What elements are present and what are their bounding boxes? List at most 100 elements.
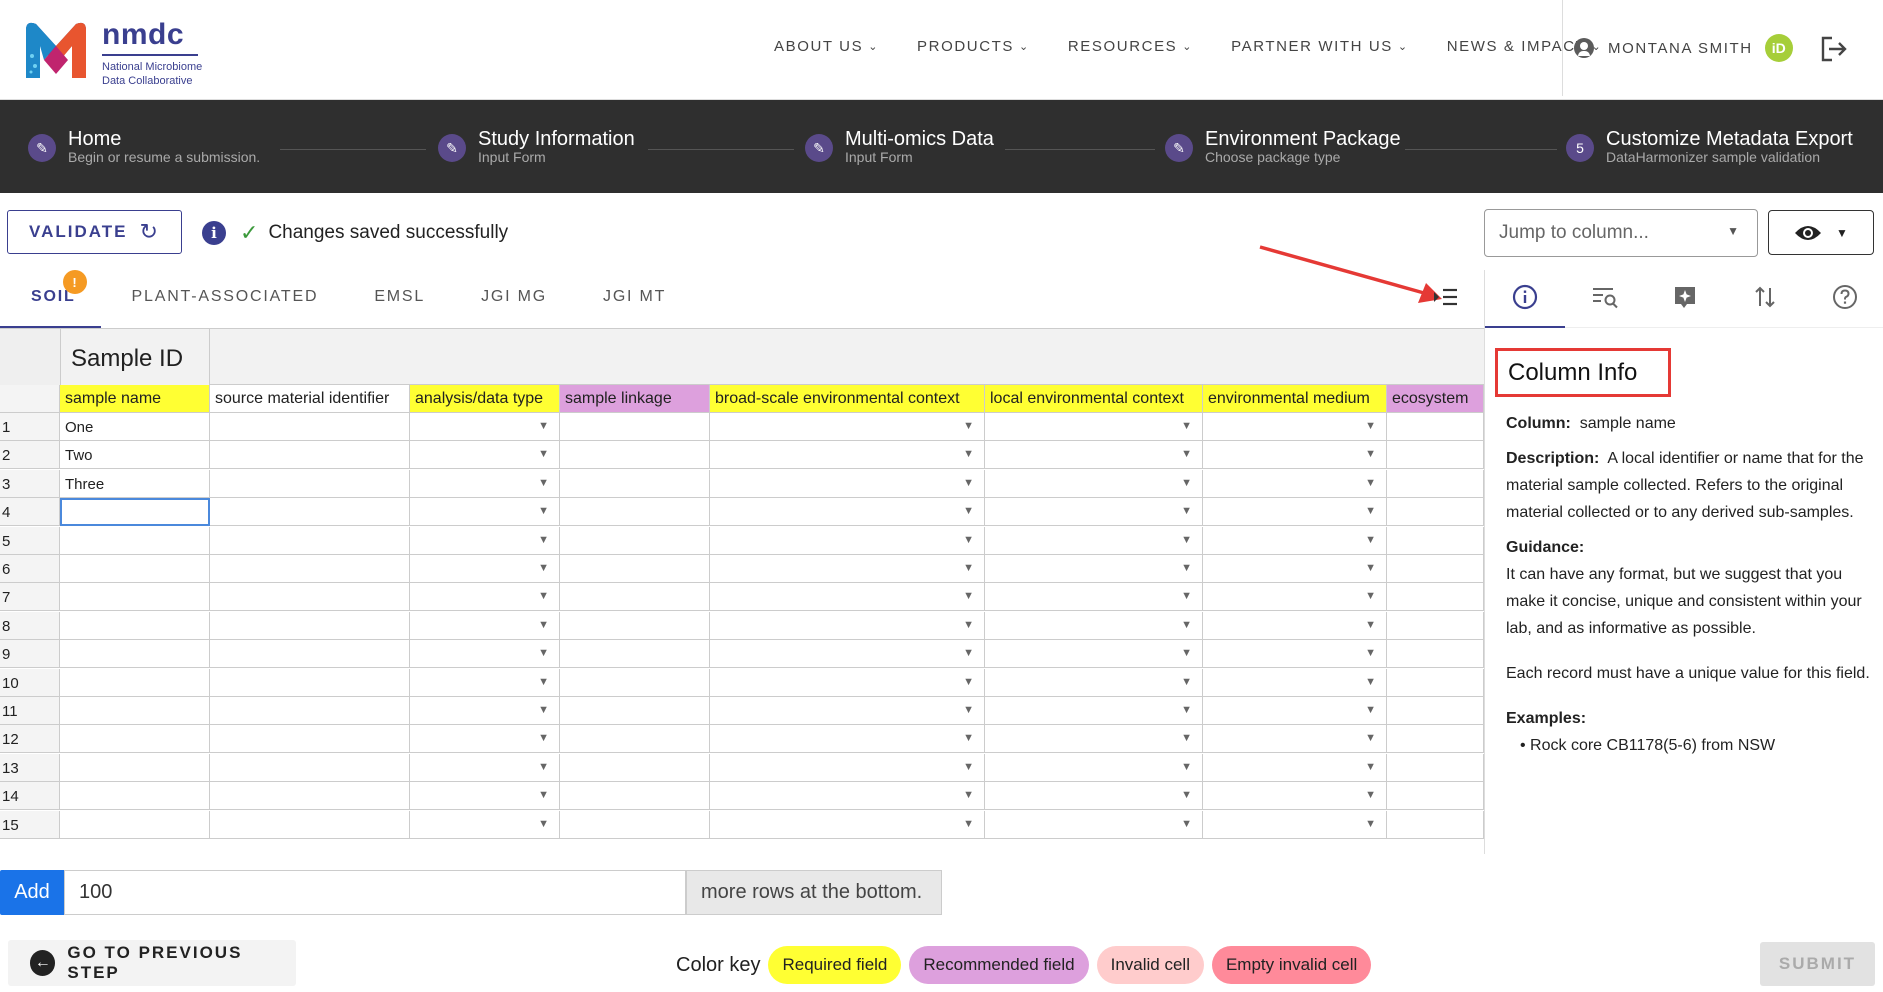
column-header-ecosystem[interactable]: ecosystem xyxy=(1387,385,1484,413)
dropdown-arrow-icon[interactable]: ▼ xyxy=(538,477,549,489)
row-number[interactable]: 11 xyxy=(0,697,60,725)
dropdown-arrow-icon[interactable]: ▼ xyxy=(538,676,549,688)
grid-cell[interactable] xyxy=(210,697,410,725)
tab-emsl[interactable]: EMSL xyxy=(343,270,450,328)
grid-cell[interactable] xyxy=(560,498,710,527)
info-icon[interactable]: i xyxy=(202,221,226,245)
grid-cell[interactable] xyxy=(1387,640,1484,669)
dropdown-arrow-icon[interactable]: ▼ xyxy=(963,534,974,546)
grid-cell[interactable] xyxy=(560,753,710,782)
dropdown-arrow-icon[interactable]: ▼ xyxy=(538,505,549,517)
tab-plant-associated[interactable]: PLANT-ASSOCIATED xyxy=(101,270,344,328)
grid-cell[interactable] xyxy=(210,583,410,612)
row-number[interactable]: 7 xyxy=(0,583,60,612)
jump-to-column-select[interactable]: Jump to column... ▼ xyxy=(1484,209,1758,257)
validate-button[interactable]: VALIDATE ↻ xyxy=(7,210,182,254)
submit-button[interactable]: SUBMIT xyxy=(1760,942,1875,986)
dropdown-arrow-icon[interactable]: ▼ xyxy=(1365,619,1376,631)
grid-cell[interactable]: ▼ xyxy=(710,469,985,498)
grid-cell[interactable] xyxy=(210,753,410,782)
dropdown-arrow-icon[interactable]: ▼ xyxy=(1181,676,1192,688)
grid-cell[interactable] xyxy=(210,441,410,470)
grid-cell[interactable]: ▼ xyxy=(710,441,985,470)
grid-cell[interactable] xyxy=(560,611,710,640)
tab-jgi-mt[interactable]: JGI MT xyxy=(572,270,691,328)
grid-cell[interactable] xyxy=(60,526,210,555)
dropdown-arrow-icon[interactable]: ▼ xyxy=(963,619,974,631)
grid-cell[interactable] xyxy=(210,526,410,555)
dropdown-arrow-icon[interactable]: ▼ xyxy=(538,761,549,773)
grid-cell[interactable]: ▼ xyxy=(710,640,985,669)
grid-cell[interactable] xyxy=(1387,498,1484,527)
row-number[interactable]: 6 xyxy=(0,555,60,583)
dropdown-arrow-icon[interactable]: ▼ xyxy=(1365,676,1376,688)
grid-cell[interactable]: One xyxy=(60,413,210,441)
dropdown-arrow-icon[interactable]: ▼ xyxy=(963,448,974,460)
dropdown-arrow-icon[interactable]: ▼ xyxy=(1365,818,1376,830)
grid-cell[interactable] xyxy=(60,753,210,782)
dropdown-arrow-icon[interactable]: ▼ xyxy=(1181,420,1192,432)
grid-cell[interactable]: ▼ xyxy=(1203,413,1387,441)
nav-about-us[interactable]: ABOUT US ⌄ xyxy=(774,38,879,55)
dropdown-arrow-icon[interactable]: ▼ xyxy=(538,420,549,432)
grid-cell[interactable]: ▼ xyxy=(410,697,560,725)
dropdown-arrow-icon[interactable]: ▼ xyxy=(1181,761,1192,773)
grid-cell[interactable] xyxy=(60,555,210,583)
panel-tab-search[interactable] xyxy=(1565,284,1645,328)
step-environment-package[interactable]: ✎ Environment Package Choose package type xyxy=(1165,128,1401,165)
dropdown-arrow-icon[interactable]: ▼ xyxy=(1365,420,1376,432)
grid-cell[interactable] xyxy=(560,697,710,725)
go-to-previous-step-button[interactable]: ← GO TO PREVIOUS STEP xyxy=(8,940,296,986)
dropdown-arrow-icon[interactable]: ▼ xyxy=(538,789,549,801)
dropdown-arrow-icon[interactable]: ▼ xyxy=(963,676,974,688)
grid-cell[interactable]: ▼ xyxy=(410,555,560,583)
grid-cell[interactable]: ▼ xyxy=(410,413,560,441)
grid-cell[interactable] xyxy=(560,782,710,811)
grid-cell[interactable] xyxy=(60,498,210,527)
grid-cell[interactable] xyxy=(210,469,410,498)
grid-cell[interactable]: Two xyxy=(60,441,210,470)
dropdown-arrow-icon[interactable]: ▼ xyxy=(1181,505,1192,517)
grid-cell[interactable]: ▼ xyxy=(985,583,1203,612)
grid-cell[interactable] xyxy=(60,782,210,811)
grid-cell[interactable] xyxy=(60,697,210,725)
dropdown-arrow-icon[interactable]: ▼ xyxy=(1181,448,1192,460)
grid-cell[interactable]: ▼ xyxy=(1203,611,1387,640)
dropdown-arrow-icon[interactable]: ▼ xyxy=(1365,477,1376,489)
dropdown-arrow-icon[interactable]: ▼ xyxy=(1181,619,1192,631)
grid-cell[interactable] xyxy=(560,526,710,555)
grid-cell[interactable] xyxy=(1387,697,1484,725)
grid-cell[interactable]: ▼ xyxy=(1203,725,1387,754)
panel-tab-help[interactable] xyxy=(1805,284,1883,328)
row-number[interactable]: 15 xyxy=(0,810,60,839)
grid-cell[interactable] xyxy=(1387,782,1484,811)
dropdown-arrow-icon[interactable]: ▼ xyxy=(1365,562,1376,574)
dropdown-arrow-icon[interactable]: ▼ xyxy=(963,477,974,489)
dropdown-arrow-icon[interactable]: ▼ xyxy=(1365,761,1376,773)
grid-cell[interactable] xyxy=(560,725,710,754)
grid-cell[interactable]: ▼ xyxy=(985,668,1203,697)
grid-cell[interactable]: ▼ xyxy=(410,782,560,811)
row-number[interactable]: 10 xyxy=(0,668,60,697)
grid-cell[interactable]: ▼ xyxy=(710,810,985,839)
panel-tab-info[interactable] xyxy=(1485,284,1565,328)
dropdown-arrow-icon[interactable]: ▼ xyxy=(1365,647,1376,659)
grid-cell[interactable]: ▼ xyxy=(410,668,560,697)
dropdown-arrow-icon[interactable]: ▼ xyxy=(538,590,549,602)
grid-cell[interactable]: ▼ xyxy=(1203,640,1387,669)
column-header-environmental-medium[interactable]: environmental medium xyxy=(1203,385,1387,413)
dropdown-arrow-icon[interactable]: ▼ xyxy=(1181,789,1192,801)
step-study-information[interactable]: ✎ Study Information Input Form xyxy=(438,128,635,165)
column-header-broad-scale-environmental-context[interactable]: broad-scale environmental context xyxy=(710,385,985,413)
dropdown-arrow-icon[interactable]: ▼ xyxy=(963,789,974,801)
grid-cell[interactable]: ▼ xyxy=(985,810,1203,839)
dropdown-arrow-icon[interactable]: ▼ xyxy=(538,619,549,631)
grid-cell[interactable]: ▼ xyxy=(985,697,1203,725)
dropdown-arrow-icon[interactable]: ▼ xyxy=(963,420,974,432)
row-number[interactable]: 9 xyxy=(0,640,60,669)
tab-jgi-mg[interactable]: JGI MG xyxy=(450,270,572,328)
dropdown-arrow-icon[interactable]: ▼ xyxy=(963,590,974,602)
row-number[interactable]: 4 xyxy=(0,498,60,527)
grid-cell[interactable]: ▼ xyxy=(985,441,1203,470)
grid-cell[interactable]: ▼ xyxy=(1203,810,1387,839)
